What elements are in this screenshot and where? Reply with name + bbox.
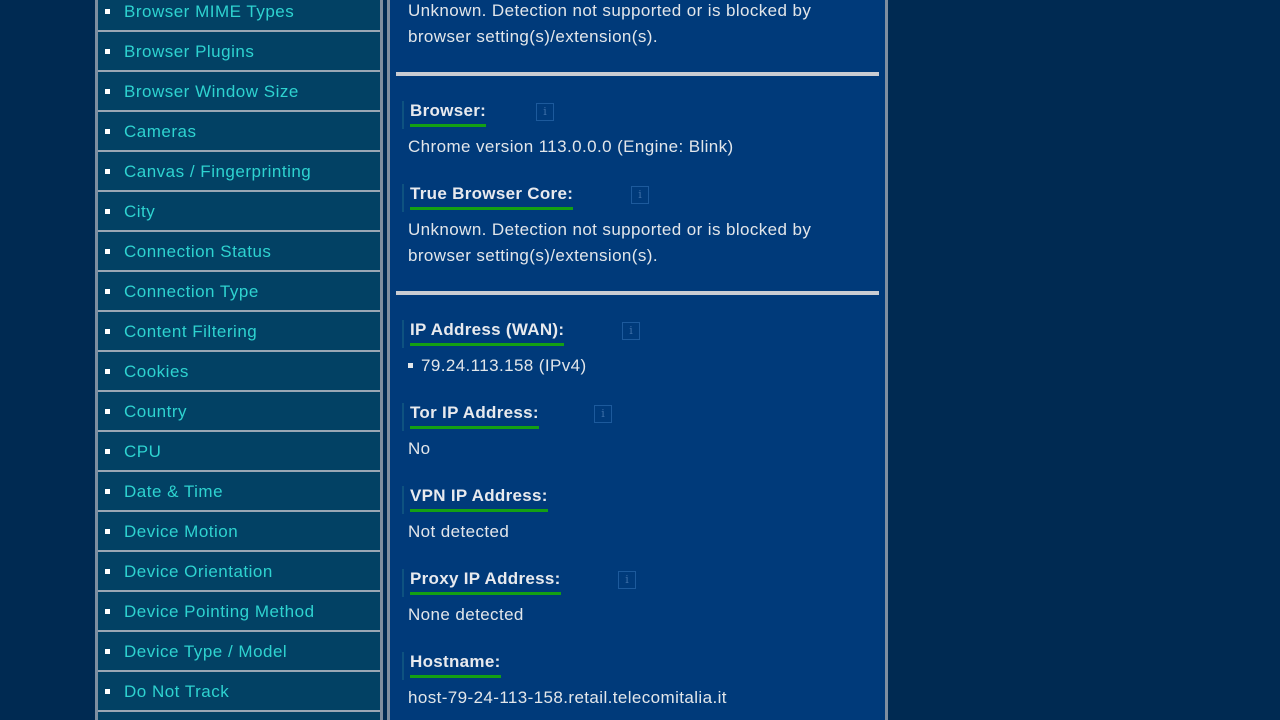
browser-value: Chrome version 113.0.0.0 (Engine: Blink) xyxy=(408,137,734,156)
bullet-icon xyxy=(105,9,110,14)
sidebar-item-connection-status[interactable]: Connection Status xyxy=(98,232,380,272)
sidebar-item-connection-type[interactable]: Connection Type xyxy=(98,272,380,312)
bullet-icon xyxy=(105,649,110,654)
sidebar-item-country[interactable]: Country xyxy=(98,392,380,432)
sidebar-item-label: City xyxy=(124,202,156,221)
hostname-value: host-79-24-113-158.retail.telecomitalia.… xyxy=(408,688,727,707)
true-browser-core-label: True Browser Core: xyxy=(410,184,574,210)
sidebar-item-date-time[interactable]: Date & Time xyxy=(98,472,380,512)
previous-value-line-1: Unknown. Detection not supported or is b… xyxy=(408,1,812,20)
proxy-ip-address-label: Proxy IP Address: xyxy=(410,569,561,595)
bullet-icon xyxy=(105,169,110,174)
sidebar-item-device-orientation[interactable]: Device Orientation xyxy=(98,552,380,592)
bullet-icon xyxy=(105,369,110,374)
true-browser-core-value-line-1: Unknown. Detection not supported or is b… xyxy=(408,220,812,239)
bullet-icon xyxy=(105,489,110,494)
sidebar-item-cameras[interactable]: Cameras xyxy=(98,112,380,152)
sidebar-item-label: Browser Window Size xyxy=(124,82,299,101)
tor-ip-address-label: Tor IP Address: xyxy=(410,403,539,429)
info-icon[interactable]: i xyxy=(594,405,612,423)
bullet-icon xyxy=(105,209,110,214)
vpn-ip-address-label: VPN IP Address: xyxy=(410,486,548,512)
bullet-icon xyxy=(105,609,110,614)
sidebar-item-do-not-track[interactable]: Do Not Track xyxy=(98,672,380,712)
hostname-label: Hostname: xyxy=(410,652,501,678)
sidebar-item-label: Browser MIME Types xyxy=(124,2,295,21)
bullet-icon xyxy=(105,329,110,334)
sidebar-item-label: Do Not Track xyxy=(124,682,230,701)
info-icon[interactable]: i xyxy=(631,186,649,204)
bullet-icon xyxy=(408,363,413,368)
sidebar-item-label: Connection Type xyxy=(124,282,259,301)
true-browser-core-value-line-2: browser setting(s)/extension(s). xyxy=(408,246,658,265)
section-divider xyxy=(396,291,879,295)
sidebar-list: Browser MIME Types Browser Plugins Brows… xyxy=(98,0,380,712)
ip-address-wan-header: IP Address (WAN): i xyxy=(402,320,640,348)
ip-address-wan-value: 79.24.113.158 (IPv4) xyxy=(421,356,587,375)
previous-value-line-2: browser setting(s)/extension(s). xyxy=(408,27,658,46)
sidebar-item-label: Country xyxy=(124,402,188,421)
browser-header: Browser: i xyxy=(402,101,554,129)
sidebar-item-device-type-model[interactable]: Device Type / Model xyxy=(98,632,380,672)
bullet-icon xyxy=(105,409,110,414)
section-divider xyxy=(396,72,879,76)
sidebar-nav: Browser MIME Types Browser Plugins Brows… xyxy=(95,0,383,720)
info-icon[interactable]: i xyxy=(536,103,554,121)
info-icon[interactable]: i xyxy=(622,322,640,340)
main-content: Unknown. Detection not supported or is b… xyxy=(387,0,888,720)
sidebar-item-content-filtering[interactable]: Content Filtering xyxy=(98,312,380,352)
sidebar-item-label: Connection Status xyxy=(124,242,272,261)
hostname-header: Hostname: xyxy=(402,652,501,680)
proxy-ip-address-header: Proxy IP Address: i xyxy=(402,569,636,597)
sidebar-item-cpu[interactable]: CPU xyxy=(98,432,380,472)
vpn-ip-address-header: VPN IP Address: xyxy=(402,486,548,514)
sidebar-item-label: Device Motion xyxy=(124,522,239,541)
sidebar-item-label: Canvas / Fingerprinting xyxy=(124,162,312,181)
info-icon[interactable]: i xyxy=(618,571,636,589)
bullet-icon xyxy=(105,449,110,454)
tor-ip-address-header: Tor IP Address: i xyxy=(402,403,612,431)
vpn-ip-address-value: Not detected xyxy=(408,522,510,541)
tor-ip-address-value: No xyxy=(408,439,431,458)
sidebar-item-browser-window-size[interactable]: Browser Window Size xyxy=(98,72,380,112)
sidebar-item-device-pointing-method[interactable]: Device Pointing Method xyxy=(98,592,380,632)
bullet-icon xyxy=(105,529,110,534)
sidebar-item-device-motion[interactable]: Device Motion xyxy=(98,512,380,552)
sidebar-item-label: Device Pointing Method xyxy=(124,602,315,621)
ip-address-wan-label: IP Address (WAN): xyxy=(410,320,565,346)
sidebar-item-label: Cameras xyxy=(124,122,197,141)
sidebar-item-browser-mime-types[interactable]: Browser MIME Types xyxy=(98,0,380,32)
bullet-icon xyxy=(105,569,110,574)
bullet-icon xyxy=(105,89,110,94)
browser-label: Browser: xyxy=(410,101,487,127)
true-browser-core-header: True Browser Core: i xyxy=(402,184,649,212)
sidebar-item-label: Device Orientation xyxy=(124,562,273,581)
sidebar-item-label: Browser Plugins xyxy=(124,42,255,61)
bullet-icon xyxy=(105,689,110,694)
bullet-icon xyxy=(105,129,110,134)
sidebar-item-label: CPU xyxy=(124,442,162,461)
bullet-icon xyxy=(105,249,110,254)
sidebar-item-canvas-fingerprinting[interactable]: Canvas / Fingerprinting xyxy=(98,152,380,192)
sidebar-item-city[interactable]: City xyxy=(98,192,380,232)
sidebar-item-label: Date & Time xyxy=(124,482,224,501)
sidebar-item-cookies[interactable]: Cookies xyxy=(98,352,380,392)
sidebar-item-label: Device Type / Model xyxy=(124,642,288,661)
bullet-icon xyxy=(105,49,110,54)
bullet-icon xyxy=(105,289,110,294)
sidebar-item-label: Content Filtering xyxy=(124,322,258,341)
proxy-ip-address-value: None detected xyxy=(408,605,524,624)
sidebar-item-browser-plugins[interactable]: Browser Plugins xyxy=(98,32,380,72)
sidebar-item-label: Cookies xyxy=(124,362,189,381)
